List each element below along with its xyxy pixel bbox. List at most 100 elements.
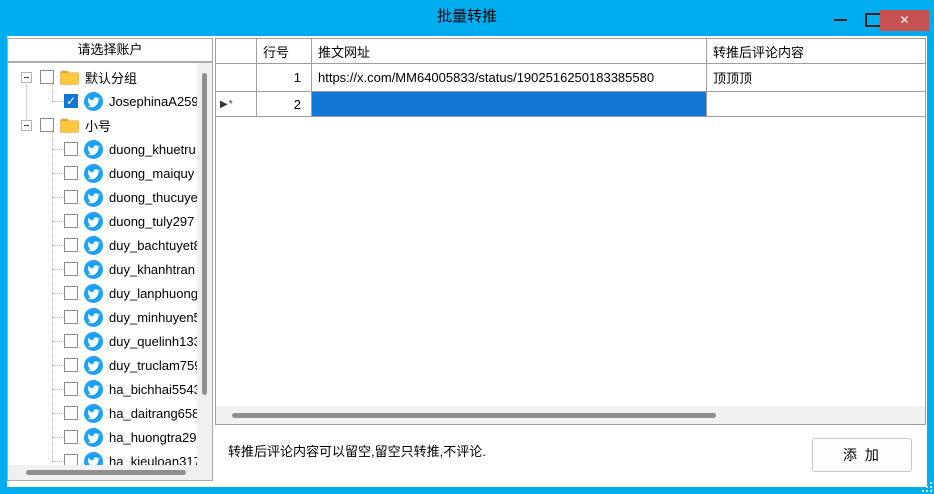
- tree-vertical-scrollbar-thumb[interactable]: [202, 73, 207, 395]
- grid-horizontal-scrollbar-thumb[interactable]: [232, 413, 716, 418]
- checkbox[interactable]: [64, 382, 78, 396]
- checkbox[interactable]: [64, 358, 78, 372]
- checkbox[interactable]: [64, 262, 78, 276]
- twitter-icon: [84, 164, 103, 183]
- lineno-cell[interactable]: 1: [257, 64, 312, 92]
- col-header-comment[interactable]: 转推后评论内容: [707, 39, 925, 64]
- tree-item[interactable]: duy_khanhtran: [8, 257, 197, 281]
- checkbox[interactable]: [64, 454, 78, 465]
- tree-item[interactable]: duong_thucuye: [8, 185, 197, 209]
- tree-item[interactable]: duy_minhuyen5: [8, 305, 197, 329]
- tree-item[interactable]: duy_quelinh133: [8, 329, 197, 353]
- minimize-icon[interactable]: [830, 0, 852, 34]
- comment-cell[interactable]: 顶顶顶: [707, 64, 925, 92]
- add-button[interactable]: 添 加: [812, 438, 912, 472]
- col-header-url[interactable]: 推文网址: [312, 39, 707, 64]
- tree-item-label: 小号: [85, 116, 111, 135]
- titlebar: 批量转推 ✕: [0, 0, 934, 36]
- url-cell-selected[interactable]: [312, 92, 707, 117]
- tree-item[interactable]: 默认分组: [8, 65, 197, 89]
- tree-item-label: duy_quelinh133: [109, 334, 197, 349]
- tree-item-label: ha_kieuloan317: [109, 454, 197, 466]
- tree-item-label: duy_truclam759: [109, 358, 197, 373]
- account-tree-panel: 默认分组 JosephinaA259 小号: [7, 62, 213, 481]
- twitter-icon: [84, 332, 103, 351]
- grid-row: ▶* 2: [216, 92, 925, 117]
- twitter-icon: [84, 260, 103, 279]
- scrollbar-corner: [197, 465, 212, 480]
- grid-empty-area: [216, 117, 925, 406]
- checkbox[interactable]: [64, 238, 78, 252]
- checkbox[interactable]: [64, 166, 78, 180]
- checkbox[interactable]: [64, 310, 78, 324]
- resize-grip[interactable]: [922, 482, 932, 492]
- account-panel-header: 请选择账户: [7, 38, 213, 62]
- checkbox[interactable]: [40, 70, 54, 84]
- window-title: 批量转推: [0, 0, 934, 36]
- checkbox[interactable]: [40, 118, 54, 132]
- checkbox[interactable]: [64, 190, 78, 204]
- tree-item[interactable]: duong_khuetru: [8, 137, 197, 161]
- folder-icon: [60, 70, 79, 85]
- tree-item[interactable]: ha_kieuloan317: [8, 449, 197, 465]
- tree-item[interactable]: duy_lanphuong: [8, 281, 197, 305]
- checkbox[interactable]: [64, 406, 78, 420]
- twitter-icon: [84, 92, 103, 111]
- hint-text: 转推后评论内容可以留空,留空只转推,不评论.: [228, 441, 486, 460]
- checkbox[interactable]: [64, 214, 78, 228]
- twitter-icon: [84, 356, 103, 375]
- twitter-icon: [84, 452, 103, 466]
- tree-item-label: duy_minhuyen5: [109, 310, 197, 325]
- tree-item-label: duong_khuetru: [109, 142, 196, 157]
- checkbox[interactable]: [64, 94, 78, 108]
- tree-item-label: ha_bichhai5543: [109, 382, 197, 397]
- tweet-grid: 行号 推文网址 转推后评论内容 1 https://x.com/MM640058…: [215, 38, 926, 425]
- row-indicator[interactable]: [216, 64, 257, 92]
- checkbox[interactable]: [64, 286, 78, 300]
- checkbox[interactable]: [64, 334, 78, 348]
- twitter-icon: [84, 404, 103, 423]
- row-indicator[interactable]: ▶*: [216, 92, 257, 117]
- tree-item[interactable]: 小号: [8, 113, 197, 137]
- checkbox[interactable]: [64, 430, 78, 444]
- expand-icon[interactable]: [21, 120, 32, 131]
- comment-cell[interactable]: [707, 92, 925, 117]
- close-icon[interactable]: ✕: [880, 10, 929, 31]
- twitter-icon: [84, 308, 103, 327]
- tree-item[interactable]: ha_bichhai5543: [8, 377, 197, 401]
- tree-item[interactable]: duong_maiquy: [8, 161, 197, 185]
- twitter-icon: [84, 140, 103, 159]
- tree-item-label: duong_tuly297: [109, 214, 194, 229]
- tree-item-label: 默认分组: [85, 68, 137, 87]
- grid-row: 1 https://x.com/MM64005833/status/190251…: [216, 64, 925, 92]
- tree-item[interactable]: ha_huongtra29: [8, 425, 197, 449]
- grid-horizontal-scrollbar[interactable]: [216, 406, 925, 424]
- tree-horizontal-scrollbar-thumb[interactable]: [26, 470, 186, 475]
- col-header-rowmark[interactable]: [216, 39, 257, 64]
- tree-item[interactable]: duy_bachtuyet8: [8, 233, 197, 257]
- tree-item[interactable]: JosephinaA259: [8, 89, 197, 113]
- tree-vertical-scrollbar[interactable]: [197, 63, 212, 465]
- twitter-icon: [84, 188, 103, 207]
- expand-icon[interactable]: [21, 72, 32, 83]
- tree-item-label: duong_thucuye: [109, 190, 197, 205]
- col-header-lineno[interactable]: 行号: [257, 39, 312, 64]
- tree-item-label: duy_bachtuyet8: [109, 238, 197, 253]
- grid-header-row: 行号 推文网址 转推后评论内容: [216, 39, 925, 64]
- app-window: 批量转推 ✕ 请选择账户 默认分组: [0, 0, 934, 494]
- tree-item-label: duong_maiquy: [109, 166, 194, 181]
- url-cell[interactable]: https://x.com/MM64005833/status/19025162…: [312, 64, 707, 92]
- checkbox[interactable]: [64, 142, 78, 156]
- folder-icon: [60, 118, 79, 133]
- twitter-icon: [84, 212, 103, 231]
- twitter-icon: [84, 428, 103, 447]
- tree-item-label: ha_huongtra29: [109, 430, 196, 445]
- tree-item[interactable]: duong_tuly297: [8, 209, 197, 233]
- tree-item[interactable]: duy_truclam759: [8, 353, 197, 377]
- tree-item-label: JosephinaA259: [109, 94, 197, 109]
- tree-item[interactable]: ha_daitrang658: [8, 401, 197, 425]
- tree-item-label: duy_lanphuong: [109, 286, 197, 301]
- account-tree: 默认分组 JosephinaA259 小号: [8, 63, 197, 465]
- tree-horizontal-scrollbar[interactable]: [8, 465, 197, 480]
- lineno-cell[interactable]: 2: [257, 92, 312, 117]
